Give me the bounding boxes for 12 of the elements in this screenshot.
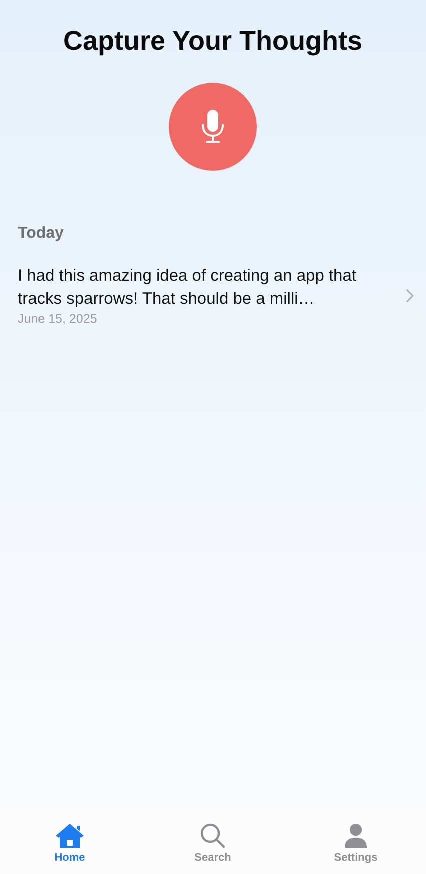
section-heading: Today (18, 225, 65, 243)
person-icon (344, 823, 368, 849)
microphone-icon (201, 110, 225, 144)
search-icon (200, 823, 226, 849)
chevron-icon (406, 288, 414, 302)
home-icon (55, 823, 85, 849)
tab[interactable]: Search (165, 823, 261, 864)
note-date: June 15, 2025 (18, 312, 98, 326)
page-title: Capture Your Thoughts (62, 26, 364, 57)
note-text[interactable]: I had this amazing idea of creating an app that tracks sparrows! That should be a milli… (18, 265, 398, 311)
tab[interactable]: Settings (308, 823, 404, 864)
tab[interactable]: Home (22, 823, 118, 864)
